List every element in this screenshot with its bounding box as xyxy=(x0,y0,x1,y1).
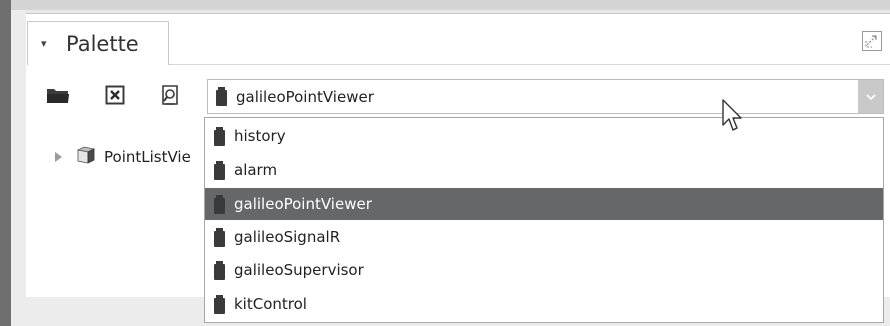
option-history[interactable]: history xyxy=(205,120,883,152)
module-jar-icon xyxy=(213,227,226,247)
top-strip xyxy=(0,0,890,10)
option-label: galileoPointViewer xyxy=(234,195,372,213)
expand-triangle-icon[interactable] xyxy=(54,148,64,167)
option-galileopointviewer[interactable]: galileoPointViewer xyxy=(205,188,883,220)
option-label: alarm xyxy=(234,161,278,179)
module-dropdown-list: history alarm galileoPointViewer galileo… xyxy=(204,117,884,323)
tab-divider xyxy=(169,64,890,65)
folder-icon[interactable] xyxy=(46,83,70,107)
option-label: history xyxy=(234,127,286,145)
module-jar-icon xyxy=(213,294,226,314)
chevron-down-icon xyxy=(865,93,876,100)
module-jar-icon xyxy=(213,126,226,146)
caret-down-icon[interactable]: ▾ xyxy=(41,37,53,50)
module-jar-icon xyxy=(215,87,228,106)
tree-item-label: PointListVie xyxy=(104,148,191,166)
maximize-icon[interactable] xyxy=(862,31,882,51)
module-jar-icon xyxy=(213,260,226,280)
module-select[interactable]: galileoPointViewer xyxy=(207,79,884,114)
tab-palette[interactable]: ▾ Palette xyxy=(27,21,169,65)
mouse-cursor-icon xyxy=(722,99,744,137)
search-page-icon[interactable] xyxy=(158,83,182,107)
option-label: galileoSupervisor xyxy=(234,261,364,279)
side-gap xyxy=(11,10,26,297)
left-rail xyxy=(0,0,11,326)
close-box-icon[interactable] xyxy=(103,83,127,107)
option-label: kitControl xyxy=(234,295,307,313)
option-alarm[interactable]: alarm xyxy=(205,154,883,186)
option-galileosignalr[interactable]: galileoSignalR xyxy=(205,221,883,253)
module-jar-icon xyxy=(213,194,226,214)
option-kitcontrol[interactable]: kitControl xyxy=(205,288,883,320)
dropdown-arrow-button[interactable] xyxy=(858,80,883,113)
module-jar-icon xyxy=(213,160,226,180)
tab-title: Palette xyxy=(66,31,139,56)
option-galileosupervisor[interactable]: galileoSupervisor xyxy=(205,254,883,286)
tree-item[interactable]: PointListVie xyxy=(54,146,191,168)
component-box-icon xyxy=(76,146,96,168)
select-value: galileoPointViewer xyxy=(236,87,374,106)
option-label: galileoSignalR xyxy=(234,228,341,246)
